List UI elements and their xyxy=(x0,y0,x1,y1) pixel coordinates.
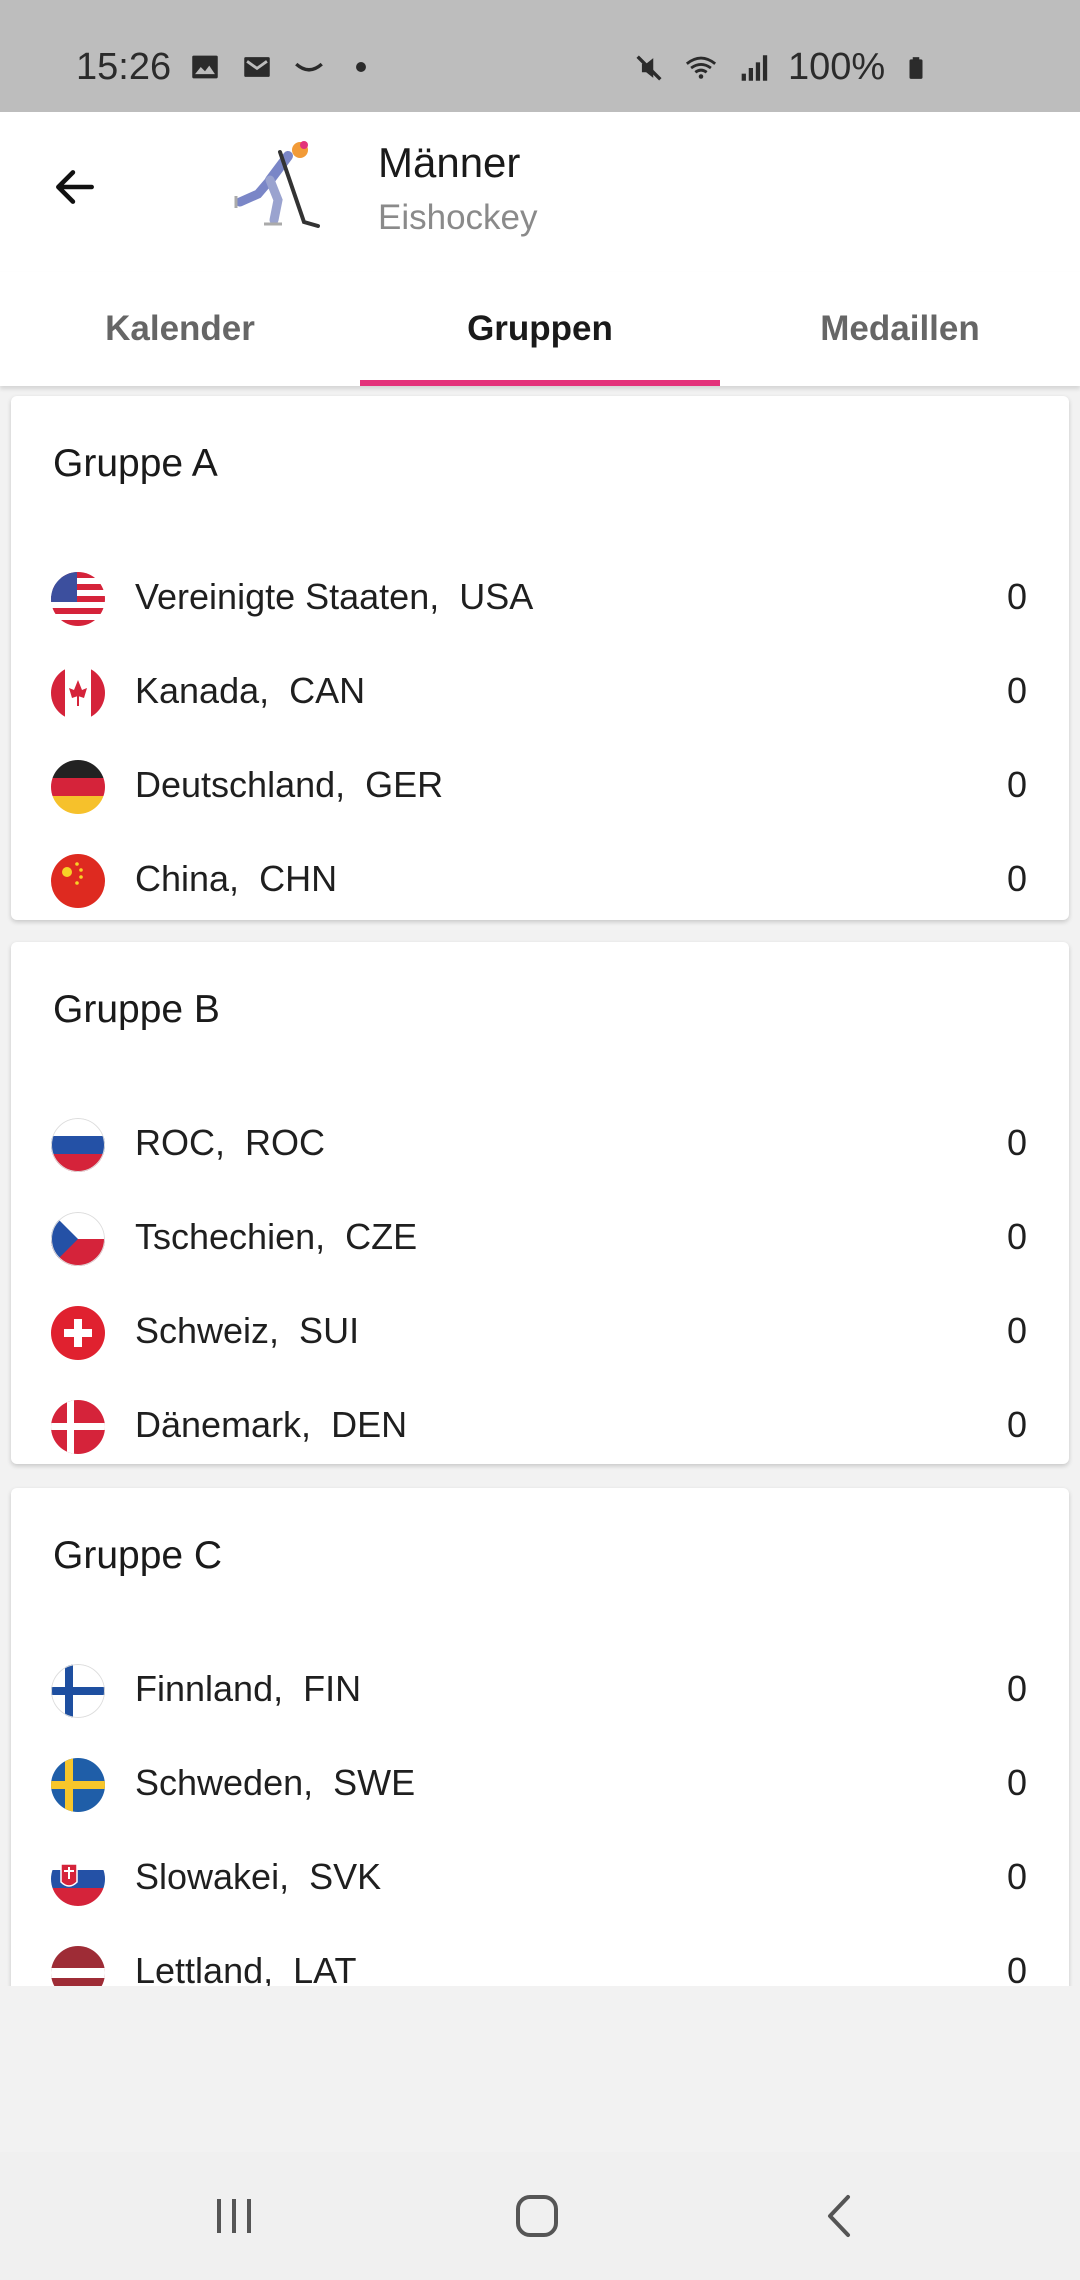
team-name: Kanada, CAN xyxy=(135,670,366,711)
smile-icon xyxy=(295,62,323,72)
denmark-flag-icon xyxy=(51,1400,105,1454)
list-item[interactable]: Slowakei, SVK 0 xyxy=(11,1832,1069,1926)
roc-flag-icon xyxy=(51,1118,105,1172)
team-name: Dänemark, DEN xyxy=(135,1404,408,1445)
recent-apps-button[interactable] xyxy=(194,2186,274,2246)
battery-percent: 100% xyxy=(788,46,886,88)
list-item[interactable]: China, CHN 0 xyxy=(11,834,1069,928)
list-item[interactable]: Kanada, CAN 0 xyxy=(11,646,1069,740)
finland-flag-icon xyxy=(51,1664,105,1718)
team-points: 0 xyxy=(1006,1668,1027,1709)
tab-bar: Kalender Gruppen Medaillen xyxy=(0,272,1080,386)
team-points: 0 xyxy=(1006,858,1027,899)
page-subtitle: Eishockey xyxy=(378,198,538,237)
usa-flag-icon xyxy=(51,572,105,626)
team-name: Lettland, LAT xyxy=(135,1950,357,1986)
list-item[interactable]: Schweiz, SUI 0 xyxy=(11,1286,1069,1380)
group-card: Gruppe B ROC, ROC 0 Tschechien, CZE 0 Sc… xyxy=(11,942,1069,1464)
home-button[interactable] xyxy=(497,2186,577,2246)
status-time: 15:26 xyxy=(76,46,172,88)
mail-icon xyxy=(244,57,270,77)
system-back-button[interactable] xyxy=(800,2186,880,2246)
arrow-left-icon xyxy=(56,170,94,204)
groups-list[interactable]: Gruppe A Vereinigte Staaten, USA 0 Kanad… xyxy=(0,386,1080,1986)
list-item[interactable]: Lettland, LAT 0 xyxy=(11,1926,1069,1986)
recent-apps-icon xyxy=(217,2199,251,2233)
latvia-flag-icon xyxy=(51,1946,105,1986)
home-icon xyxy=(516,2195,558,2237)
team-points: 0 xyxy=(1006,1856,1027,1897)
team-points: 0 xyxy=(1006,1310,1027,1351)
list-item[interactable]: Tschechien, CZE 0 xyxy=(11,1192,1069,1286)
czech-flag-icon xyxy=(51,1212,105,1266)
signal-icon xyxy=(741,54,768,81)
group-card: Gruppe A Vereinigte Staaten, USA 0 Kanad… xyxy=(11,396,1069,920)
ice-hockey-icon xyxy=(234,141,320,228)
status-bar: 15:26 100% xyxy=(0,0,1080,112)
group-card: Gruppe C Finnland, FIN 0 Schweden, SWE 0 xyxy=(11,1488,1069,1986)
team-points: 0 xyxy=(1006,670,1027,711)
slovakia-flag-icon xyxy=(51,1852,105,1906)
team-points: 0 xyxy=(1006,1404,1027,1445)
list-item[interactable]: ROC, ROC 0 xyxy=(11,1098,1069,1192)
mute-icon xyxy=(636,54,662,81)
team-name: China, CHN xyxy=(135,858,338,899)
back-button[interactable] xyxy=(42,154,108,220)
image-icon xyxy=(192,55,218,79)
list-item[interactable]: Deutschland, GER 0 xyxy=(11,740,1069,834)
group-title: Gruppe C xyxy=(53,1534,223,1577)
team-name: ROC, ROC xyxy=(135,1122,326,1163)
tab-medaillen[interactable]: Medaillen xyxy=(720,272,1080,386)
china-flag-icon xyxy=(51,854,105,908)
germany-flag-icon xyxy=(51,760,105,814)
app-bar: Männer Eishockey xyxy=(0,112,1080,272)
team-name: Vereinigte Staaten, USA xyxy=(135,576,534,617)
wifi-icon xyxy=(685,56,717,79)
dot-icon xyxy=(356,62,366,72)
list-item[interactable]: Schweden, SWE 0 xyxy=(11,1738,1069,1832)
list-item[interactable]: Finnland, FIN 0 xyxy=(11,1644,1069,1738)
sweden-flag-icon xyxy=(51,1758,105,1812)
team-name: Finnland, FIN xyxy=(135,1668,362,1709)
list-item[interactable]: Vereinigte Staaten, USA 0 xyxy=(11,552,1069,646)
canada-flag-icon xyxy=(51,666,105,720)
page-title: Männer xyxy=(378,139,521,186)
team-points: 0 xyxy=(1006,1950,1027,1986)
battery-icon xyxy=(909,56,923,79)
back-icon xyxy=(828,2195,850,2237)
team-points: 0 xyxy=(1006,764,1027,805)
system-nav-bar xyxy=(0,2152,1080,2280)
team-points: 0 xyxy=(1006,1762,1027,1803)
team-points: 0 xyxy=(1006,1216,1027,1257)
group-title: Gruppe B xyxy=(53,988,220,1031)
team-name: Schweiz, SUI xyxy=(135,1310,360,1351)
tab-gruppen[interactable]: Gruppen xyxy=(360,272,720,386)
team-name: Deutschland, GER xyxy=(135,764,444,805)
list-item[interactable]: Dänemark, DEN 0 xyxy=(11,1380,1069,1474)
team-name: Slowakei, SVK xyxy=(135,1856,382,1897)
team-points: 0 xyxy=(1006,1122,1027,1163)
group-title: Gruppe A xyxy=(53,442,218,485)
switzerland-flag-icon xyxy=(51,1306,105,1360)
team-name: Schweden, SWE xyxy=(135,1762,416,1803)
tab-kalender[interactable]: Kalender xyxy=(0,272,360,386)
team-name: Tschechien, CZE xyxy=(135,1216,418,1257)
team-points: 0 xyxy=(1006,576,1027,617)
